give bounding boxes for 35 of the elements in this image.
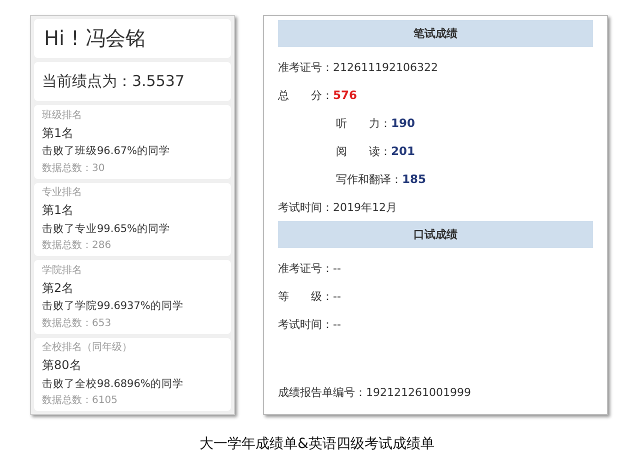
- section-header: 口试成绩: [278, 221, 593, 248]
- greeting: Hi ! 冯会铭: [43, 25, 146, 52]
- field-line: 考试时间：--: [278, 316, 341, 332]
- field-value: 576: [333, 88, 358, 102]
- data-count: 数据总数：286: [42, 240, 112, 252]
- ranking-label: 全校排名（同年级）: [42, 342, 133, 354]
- rank-text: 第2名: [42, 280, 75, 296]
- section-header: 笔试成绩: [278, 20, 593, 47]
- field-label: 听 力：: [336, 116, 391, 130]
- field-line: 考试时间：2019年12月: [278, 200, 397, 214]
- gpa-text: 当前绩点为：3.5537: [42, 71, 186, 92]
- rank-text: 第1名: [42, 126, 75, 140]
- data-count: 数据总数：30: [42, 162, 106, 174]
- percentile-text: 击败了学院99.6937%的同学: [42, 300, 184, 313]
- field-label: 总 分：: [278, 88, 333, 102]
- caption: 大一学年成绩单&英语四级考试成绩单: [198, 435, 436, 453]
- field-label: 写作和翻译：: [336, 172, 402, 186]
- data-count: 数据总数：6105: [42, 395, 118, 406]
- field-value: 185: [402, 172, 426, 186]
- field-line: 准考证号：212611192106322: [278, 60, 438, 74]
- field-line: 准考证号：--: [278, 260, 341, 276]
- percentile-text: 击败了专业99.65%的同学: [42, 222, 172, 236]
- percentile-text: 击败了班级96.67%的同学: [42, 145, 172, 158]
- field-label: 阅 读：: [336, 144, 391, 158]
- ranking-label: 专业排名: [42, 187, 83, 198]
- data-count: 数据总数：653: [42, 318, 112, 329]
- field-value: 190: [391, 116, 416, 130]
- rank-text: 第80名: [42, 358, 82, 373]
- rank-text: 第1名: [42, 203, 75, 218]
- ranking-label: 班级排名: [42, 110, 83, 121]
- percentile-text: 击败了全校98.6896%的同学: [42, 378, 184, 390]
- field-line: 等 级：--: [278, 288, 341, 304]
- field-value: 201: [391, 144, 416, 158]
- ranking-label: 学院排名: [42, 264, 83, 276]
- report-number: 成绩报告单编号：192121261001999: [278, 384, 471, 400]
